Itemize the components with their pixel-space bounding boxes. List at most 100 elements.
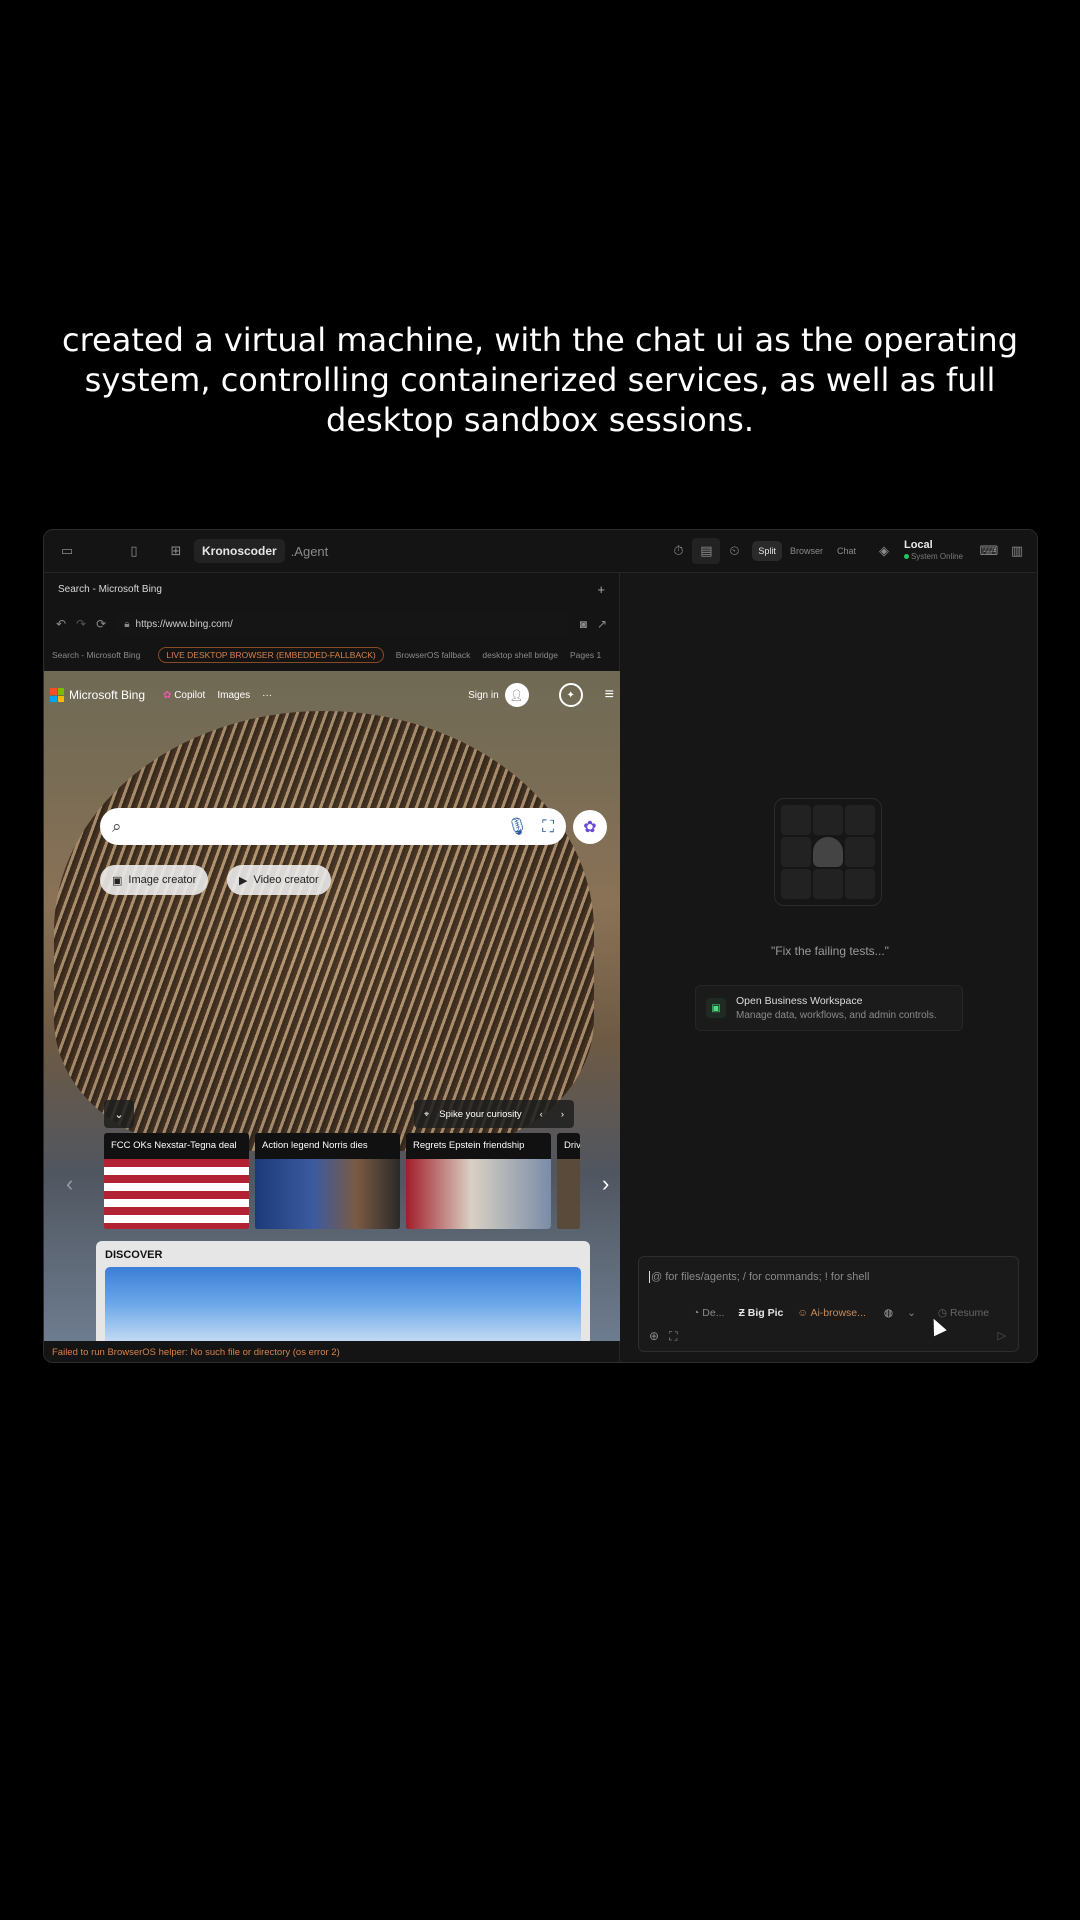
agent-tab[interactable]: .Agent	[291, 544, 329, 559]
more-nav-icon[interactable]: ···	[262, 690, 272, 701]
app-logo-icon	[774, 798, 882, 906]
bing-page: Microsoft Bing ✿ Copilot Images ··· Sign…	[44, 671, 620, 1341]
fallback-label: BrowserOS fallback	[395, 650, 471, 660]
view-switcher: Split Browser Chat	[752, 541, 862, 561]
url-field[interactable]: 🔒︎ https://www.bing.com/	[116, 613, 570, 635]
mode-selector[interactable]: Ƶ Big Pic	[738, 1307, 783, 1319]
menu-icon[interactable]: ≡	[605, 686, 614, 704]
screenshot-icon[interactable]: ◙	[580, 617, 587, 631]
globe-icon[interactable]: ◍	[884, 1307, 893, 1319]
send-icon[interactable]: ▷	[998, 1329, 1006, 1342]
workspace-title: Open Business Workspace	[736, 995, 863, 1007]
bing-search-input[interactable]: ⌕ 🎙︎ ⛶	[100, 808, 566, 845]
next-news-icon[interactable]: ›	[561, 1109, 564, 1120]
copilot-button-icon[interactable]: ✿	[573, 810, 607, 844]
composer-tools: ⊕ ⛶	[649, 1329, 677, 1344]
reload-icon[interactable]: ⟳	[96, 617, 106, 631]
browser-pane: Search - Microsoft Bing + ↶ ↷ ⟳ 🔒︎ https…	[44, 573, 620, 1362]
news-carousel: FCC OKs Nexstar-Tegna deal Action legend…	[104, 1133, 580, 1229]
news-card-title: Action legend Norris dies	[262, 1140, 368, 1151]
error-message: Failed to run BrowserOS helper: No such …	[44, 1341, 619, 1362]
chat-input[interactable]: @ for files/agents; / for commands; ! fo…	[649, 1271, 869, 1284]
chevron-down-icon[interactable]: ⌄	[907, 1307, 916, 1319]
news-card-image	[557, 1159, 580, 1229]
layers-icon[interactable]: ◈	[870, 538, 898, 564]
history-icon[interactable]: ⏲	[720, 538, 748, 564]
video-creator-icon: ▶	[239, 874, 248, 887]
expand-icon[interactable]: ⛶	[669, 1329, 677, 1344]
visual-search-icon[interactable]: ⛶	[542, 817, 554, 837]
news-card[interactable]: Regrets Epstein friendship	[406, 1133, 551, 1229]
top-toolbar: ▭ ▯ ⊞ Kronoscoder .Agent ⏱ ▤ ⏲ Split Bro…	[44, 530, 1037, 573]
agent-icon: ☺	[797, 1307, 809, 1319]
sidebar-toggle-icon[interactable]: ▯	[120, 538, 148, 564]
news-bar: ⌄ ⌖ Spike your curiosity ‹ ›	[104, 1099, 574, 1129]
news-card-title: Driv	[564, 1140, 580, 1151]
open-workspace-button[interactable]: ▣ Open Business Workspace Manage data, w…	[695, 985, 963, 1031]
lock-icon: 🔒︎	[124, 618, 130, 630]
search-icon: ⌕	[112, 816, 122, 836]
timer-icon[interactable]: ⏱	[664, 538, 692, 564]
project-selector[interactable]: Kronoscoder	[194, 539, 285, 563]
browser-tab[interactable]: Search - Microsoft Bing +	[44, 573, 619, 606]
right-panel-icon[interactable]: ▥	[1003, 538, 1031, 564]
view-split-button[interactable]: Split	[752, 541, 782, 561]
bridge-label: desktop shell bridge	[482, 650, 558, 660]
discover-image[interactable]	[105, 1267, 581, 1341]
video-creator-chip[interactable]: ▶ Video creator	[227, 865, 331, 895]
url-text: https://www.bing.com/	[135, 618, 233, 630]
news-card[interactable]: Driv	[557, 1133, 580, 1229]
discover-heading: DISCOVER	[105, 1249, 163, 1261]
microsoft-logo-icon	[50, 688, 64, 702]
user-avatar-icon[interactable]: 👤︎	[504, 683, 529, 707]
resume-button[interactable]: ◷ Resume	[938, 1307, 989, 1319]
location-pin-icon: ⌖	[423, 1108, 430, 1120]
add-attachment-icon[interactable]: ⊕	[649, 1329, 659, 1344]
microphone-icon[interactable]: 🎙︎	[507, 817, 529, 837]
news-card-image	[104, 1159, 249, 1229]
briefcase-icon: ▣	[706, 998, 726, 1018]
carousel-right-icon[interactable]: ›	[602, 1171, 609, 1197]
sign-in-link[interactable]: Sign in	[468, 690, 499, 701]
discover-section: DISCOVER	[96, 1241, 590, 1341]
open-external-icon[interactable]: ↗	[597, 617, 607, 631]
forward-icon[interactable]: ↷	[76, 617, 86, 631]
terminal-icon[interactable]: ⌨	[975, 538, 1003, 564]
agent-selector[interactable]: ☺ Ai-browse...	[797, 1307, 866, 1319]
news-card[interactable]: FCC OKs Nexstar-Tegna deal	[104, 1133, 249, 1229]
news-card-title: FCC OKs Nexstar-Tegna deal	[111, 1140, 237, 1151]
image-creator-chip[interactable]: ▣ Image creator	[100, 865, 209, 895]
new-tab-icon[interactable]: +	[597, 582, 605, 597]
window-icon[interactable]: ▭	[50, 538, 84, 564]
pages-count: Pages 1	[570, 650, 602, 660]
new-folder-icon[interactable]: ⊞	[162, 538, 190, 564]
spike-curiosity[interactable]: ⌖ Spike your curiosity ‹ ›	[413, 1100, 574, 1128]
copilot-nav-link[interactable]: ✿ Copilot	[163, 690, 205, 701]
model-selector[interactable]: ◔ De...	[693, 1307, 724, 1319]
echidna-background-image	[54, 711, 594, 1151]
browser-tab-title: Search - Microsoft Bing	[58, 584, 162, 595]
view-chat-button[interactable]: Chat	[831, 541, 862, 561]
prev-news-icon[interactable]: ‹	[540, 1109, 543, 1120]
news-card[interactable]: Action legend Norris dies	[255, 1133, 400, 1229]
copilot-icon: ✿	[163, 689, 172, 701]
workspace-description: Manage data, workflows, and admin contro…	[736, 1010, 937, 1021]
rewards-icon[interactable]: ✦	[558, 683, 583, 707]
model-icon: ◔	[693, 1307, 700, 1319]
collapse-news-icon[interactable]: ⌄	[104, 1100, 134, 1128]
news-card-image	[406, 1159, 551, 1229]
chat-hint: "Fix the failing tests..."	[771, 944, 889, 958]
view-browser-button[interactable]: Browser	[784, 541, 829, 561]
bing-brand[interactable]: Microsoft Bing	[69, 688, 145, 702]
environment-status[interactable]: Local System Online	[903, 540, 963, 562]
chat-composer[interactable]: @ for files/agents; / for commands; ! fo…	[638, 1256, 1019, 1352]
layout-icon[interactable]: ▤	[692, 538, 721, 564]
chat-pane: "Fix the failing tests..." ▣ Open Busine…	[621, 573, 1037, 1362]
bing-header: Microsoft Bing ✿ Copilot Images ··· Sign…	[44, 671, 620, 719]
live-browser-badge: LIVE DESKTOP BROWSER (EMBEDDED-FALLBACK)	[158, 647, 384, 663]
images-nav-link[interactable]: Images	[217, 690, 250, 701]
image-creator-icon: ▣	[112, 874, 123, 887]
carousel-left-icon[interactable]: ‹	[66, 1171, 73, 1197]
spike-label: Spike your curiosity	[439, 1108, 522, 1120]
back-icon[interactable]: ↶	[56, 617, 66, 631]
